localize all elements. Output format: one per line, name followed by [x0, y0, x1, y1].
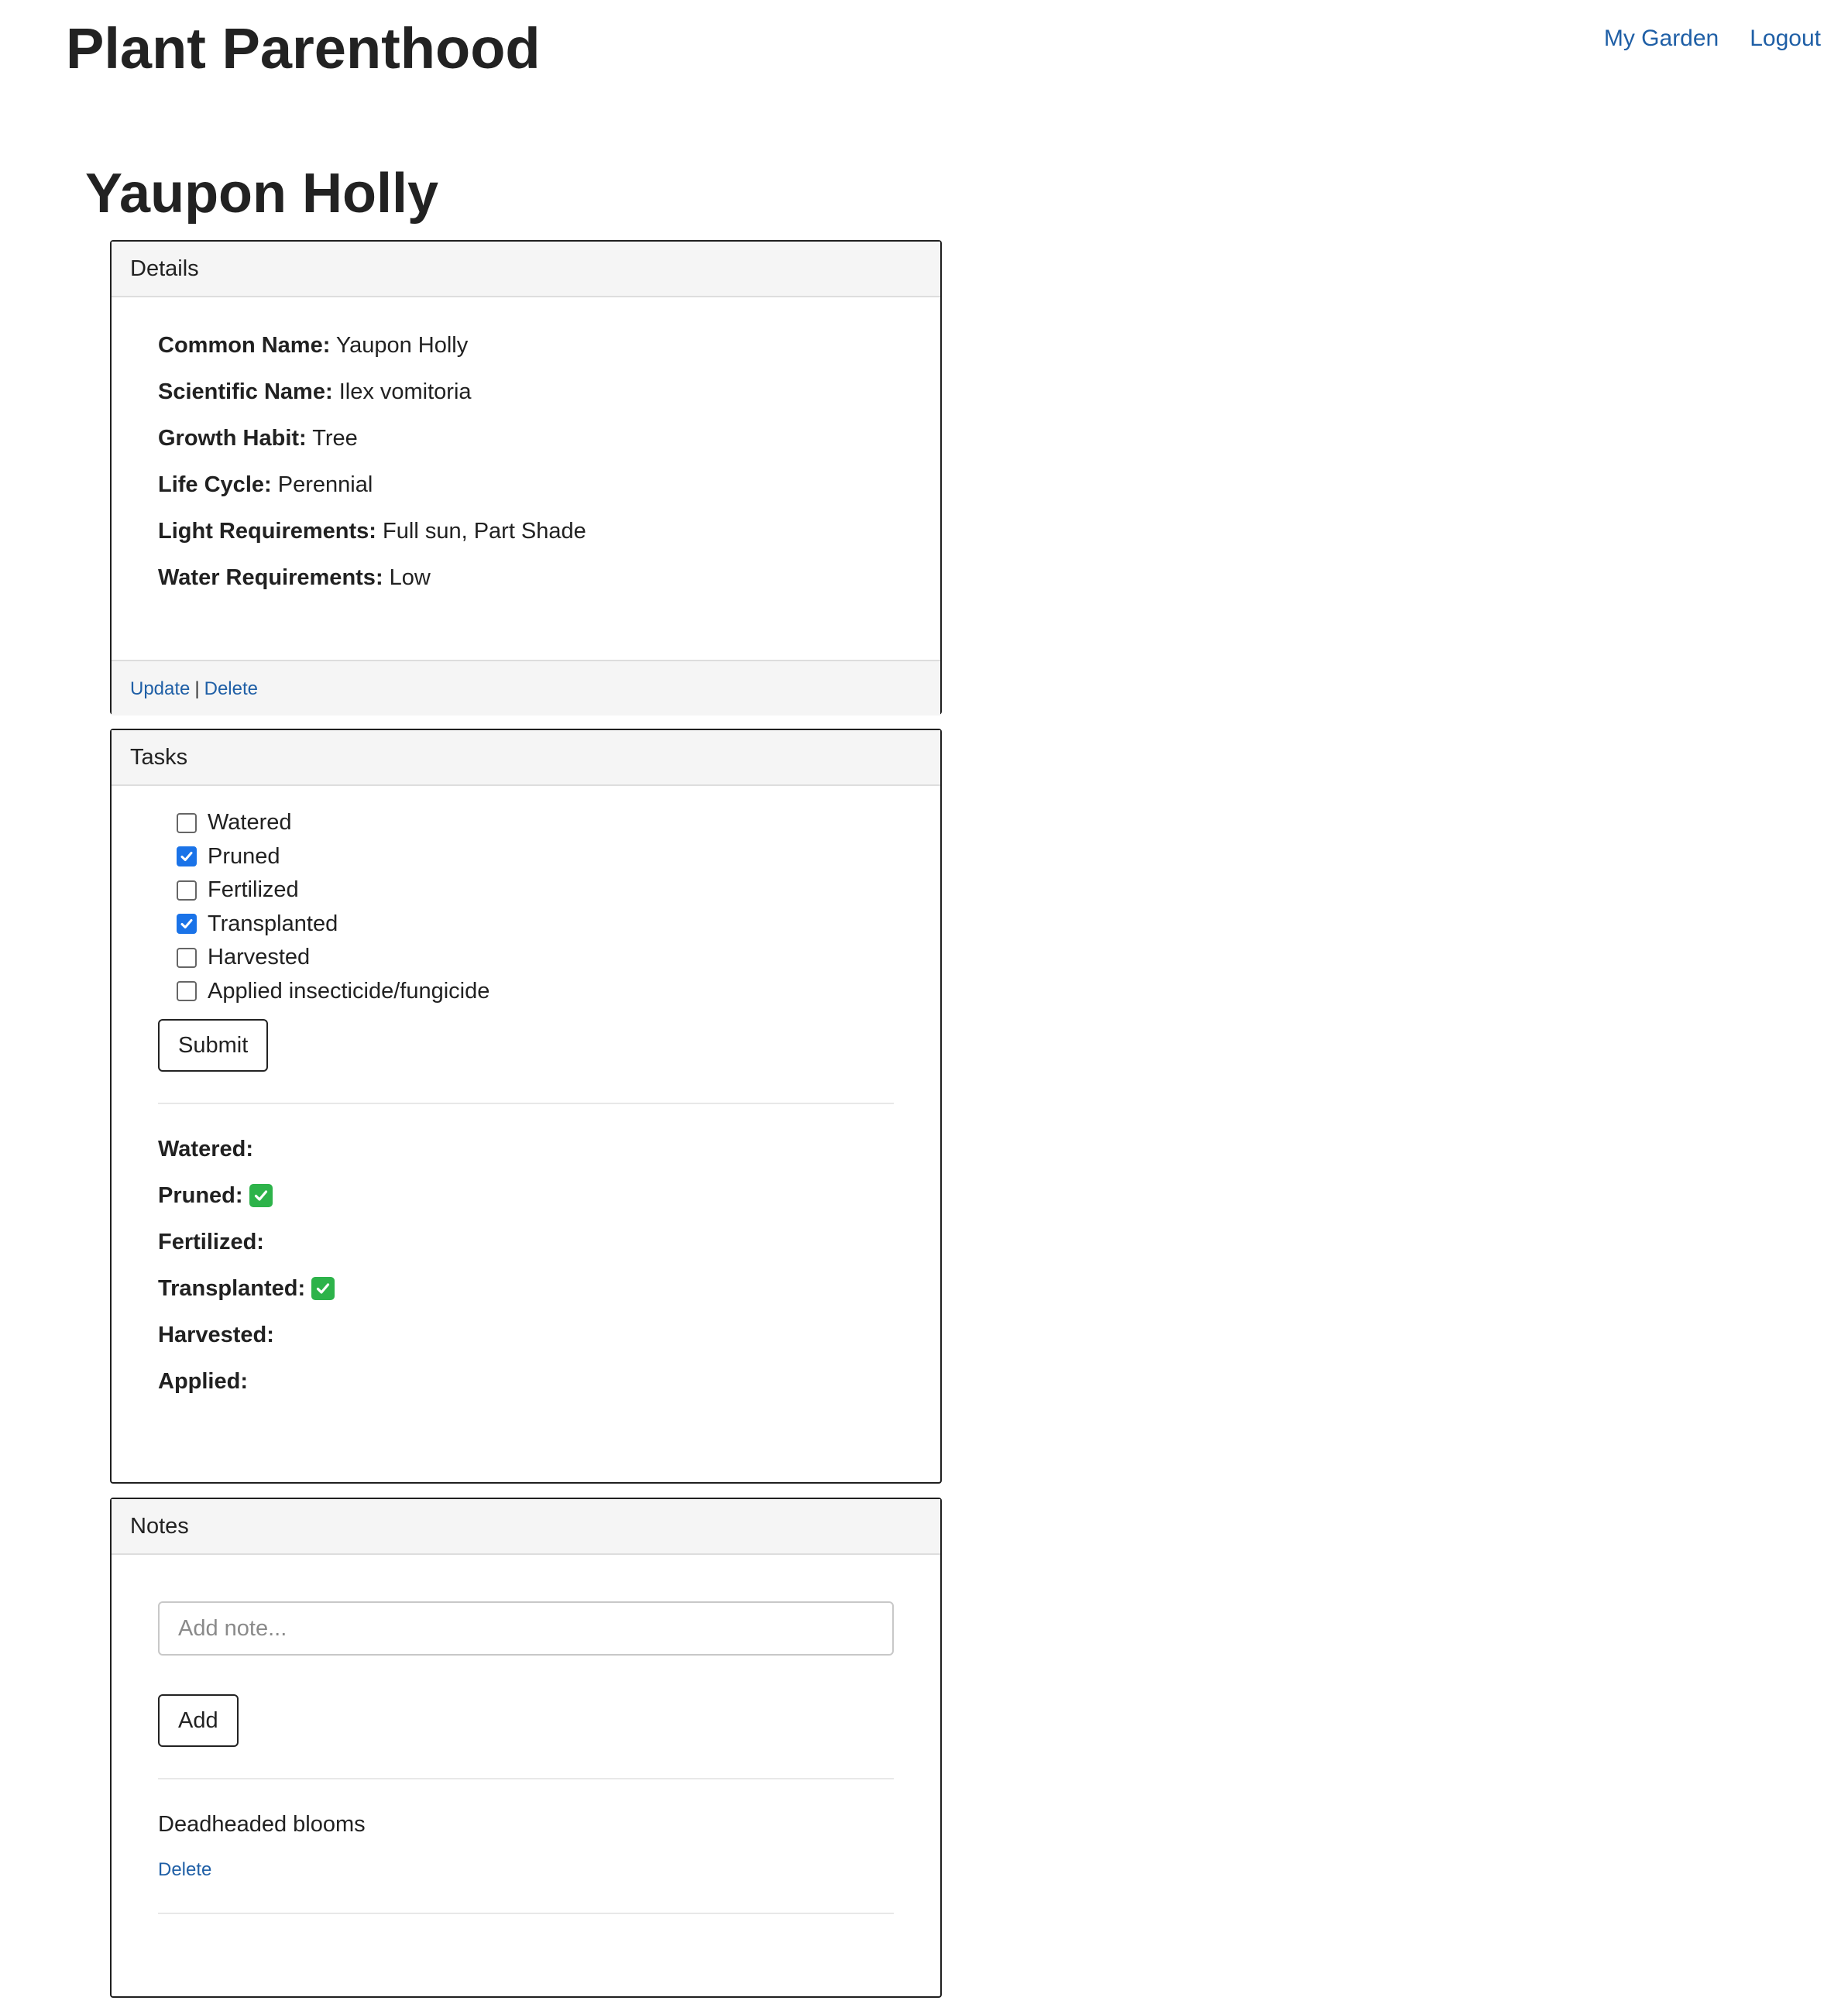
- divider: [158, 1103, 894, 1104]
- detail-value: Yaupon Holly: [335, 333, 469, 358]
- task-label: Harvested: [208, 945, 311, 970]
- delete-plant-link[interactable]: Delete: [204, 678, 258, 699]
- status-pruned: Pruned:: [158, 1182, 894, 1210]
- checkbox[interactable]: [177, 812, 197, 833]
- detail-label: Growth Habit:: [158, 426, 307, 451]
- status-label: Harvested:: [158, 1323, 274, 1347]
- add-note-button[interactable]: Add: [158, 1694, 239, 1747]
- status-applied: Applied:: [158, 1367, 894, 1395]
- checkmark-icon: [180, 919, 193, 929]
- task-status-list: Watered: Pruned: Fertilized: Transplante…: [158, 1135, 894, 1395]
- status-label: Watered:: [158, 1137, 253, 1162]
- detail-value: Tree: [312, 426, 358, 451]
- update-link[interactable]: Update: [130, 678, 190, 699]
- detail-label: Water Requirements:: [158, 565, 383, 590]
- checkbox[interactable]: [177, 981, 197, 1002]
- checkbox[interactable]: [177, 880, 197, 901]
- detail-scientific-name: Scientific Name: Ilex vomitoria: [158, 378, 894, 406]
- detail-value: Full sun, Part Shade: [383, 519, 586, 544]
- status-label: Fertilized:: [158, 1230, 264, 1254]
- task-label: Fertilized: [208, 877, 299, 903]
- detail-label: Light Requirements:: [158, 519, 376, 544]
- checkbox[interactable]: [177, 846, 197, 867]
- task-checkbox-list: Watered Pruned Fertilized Transplanted H…: [158, 806, 894, 1008]
- task-label: Pruned: [208, 843, 280, 869]
- status-label: Pruned:: [158, 1183, 243, 1208]
- status-label: Transplanted:: [158, 1276, 306, 1301]
- check-mark-button-icon: [249, 1184, 273, 1207]
- detail-label: Common Name:: [158, 333, 331, 358]
- detail-value: Ilex vomitoria: [338, 379, 472, 404]
- add-note-input[interactable]: [158, 1601, 894, 1656]
- status-watered: Watered:: [158, 1135, 894, 1163]
- status-transplanted: Transplanted:: [158, 1275, 894, 1302]
- details-panel-footer: Update | Delete: [112, 660, 940, 715]
- notes-panel-body: Add Deadheaded blooms Delete: [112, 1555, 940, 1973]
- status-label: Applied:: [158, 1369, 248, 1394]
- detail-life-cycle: Life Cycle: Perennial: [158, 471, 894, 499]
- detail-water-requirements: Water Requirements: Low: [158, 564, 894, 592]
- detail-label: Life Cycle:: [158, 472, 272, 497]
- detail-light-requirements: Light Requirements: Full sun, Part Shade: [158, 517, 894, 545]
- task-label: Applied insecticide/fungicide: [208, 978, 490, 1004]
- notes-panel-heading: Notes: [112, 1499, 940, 1555]
- status-harvested: Harvested:: [158, 1321, 894, 1349]
- detail-value: Perennial: [277, 472, 373, 497]
- status-fertilized: Fertilized:: [158, 1228, 894, 1256]
- tasks-panel-body: Watered Pruned Fertilized Transplanted H…: [112, 786, 940, 1442]
- nav-link-my-garden[interactable]: My Garden: [1604, 23, 1719, 54]
- nav-link-logout[interactable]: Logout: [1750, 23, 1821, 54]
- detail-common-name: Common Name: Yaupon Holly: [158, 331, 894, 359]
- task-item-fertilized[interactable]: Fertilized: [177, 873, 894, 908]
- site-header: Plant Parenthood My Garden Logout: [0, 0, 1848, 101]
- tasks-panel: Tasks Watered Pruned Fertilized Transpla…: [110, 729, 942, 1484]
- checkbox[interactable]: [177, 947, 197, 968]
- brand-title: Plant Parenthood: [66, 16, 541, 81]
- page-title: Yaupon Holly: [85, 163, 439, 225]
- task-item-pruned[interactable]: Pruned: [177, 840, 894, 874]
- task-item-harvested[interactable]: Harvested: [177, 941, 894, 975]
- detail-value: Low: [389, 565, 431, 590]
- task-item-applied-insecticide[interactable]: Applied insecticide/fungicide: [177, 975, 894, 1009]
- checkbox[interactable]: [177, 914, 197, 935]
- footer-separator: |: [194, 678, 200, 699]
- submit-button[interactable]: Submit: [158, 1019, 269, 1072]
- check-mark-button-icon: [311, 1277, 335, 1300]
- notes-panel: Notes Add Deadheaded blooms Delete: [110, 1498, 942, 1998]
- note-text: Deadheaded blooms: [158, 1812, 366, 1837]
- checkmark-icon: [180, 852, 193, 862]
- details-panel-body: Common Name: Yaupon Holly Scientific Nam…: [112, 297, 940, 660]
- tasks-panel-heading: Tasks: [112, 730, 940, 786]
- note-list-item: Deadheaded blooms Delete: [158, 1810, 894, 1882]
- task-item-transplanted[interactable]: Transplanted: [177, 908, 894, 942]
- details-panel: Details Common Name: Yaupon Holly Scient…: [110, 240, 942, 715]
- divider: [158, 1913, 894, 1914]
- delete-note-link[interactable]: Delete: [158, 1859, 211, 1880]
- task-label: Watered: [208, 810, 292, 836]
- detail-label: Scientific Name:: [158, 379, 333, 404]
- detail-growth-habit: Growth Habit: Tree: [158, 424, 894, 452]
- task-label: Transplanted: [208, 911, 338, 936]
- details-panel-heading: Details: [112, 242, 940, 297]
- divider: [158, 1778, 894, 1779]
- top-nav: My Garden Logout: [1604, 23, 1821, 54]
- task-item-watered[interactable]: Watered: [177, 806, 894, 840]
